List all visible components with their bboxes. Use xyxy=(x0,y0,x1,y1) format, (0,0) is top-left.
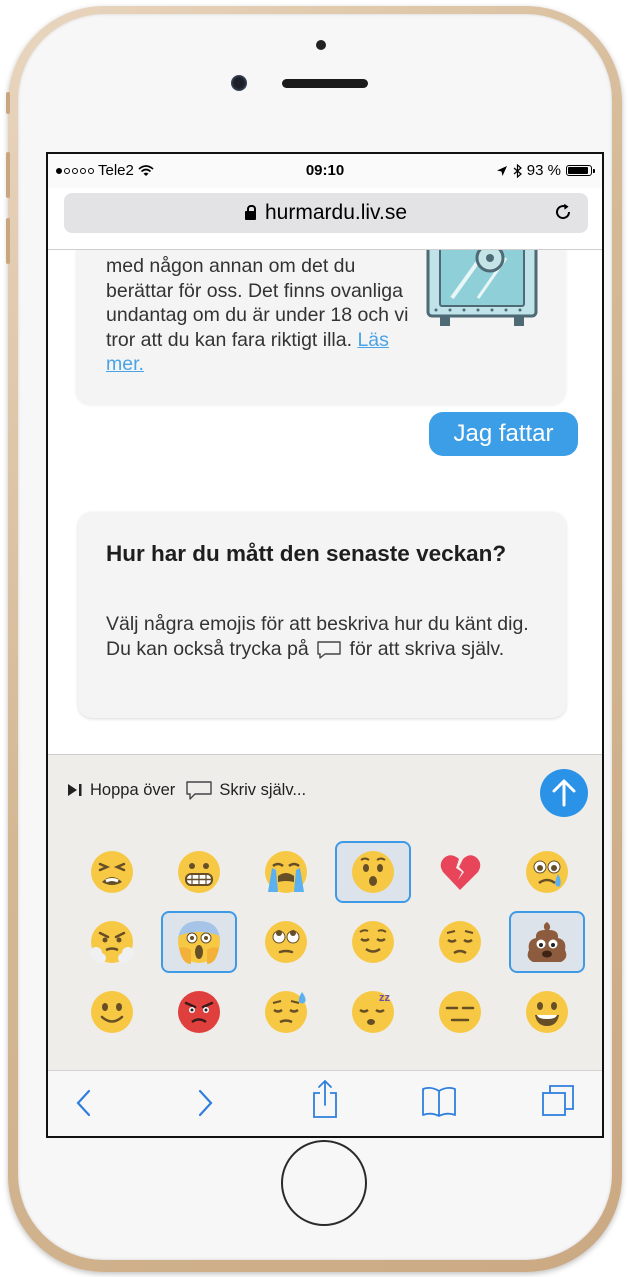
status-right: 93 % xyxy=(496,162,595,179)
question-body: Välj några emojis för att beskriva hur d… xyxy=(106,612,546,662)
hushed-face-icon xyxy=(352,851,394,893)
skip-button[interactable]: Hoppa över xyxy=(66,781,175,800)
emoji-hushed-face[interactable] xyxy=(335,841,411,903)
pensive-face-icon xyxy=(439,921,481,963)
forward-icon[interactable] xyxy=(193,1085,217,1121)
emoji-face-with-steam[interactable] xyxy=(74,911,150,973)
address-bar[interactable]: hurmardu.liv.se xyxy=(64,193,588,233)
chat-content: med någon annan om det du berättar för o… xyxy=(48,250,602,754)
input-toolbar: Hoppa över Skriv själv... xyxy=(66,779,306,801)
battery-icon xyxy=(566,165,595,176)
emoji-crying-face[interactable] xyxy=(509,841,585,903)
earpiece-speaker xyxy=(282,79,368,88)
emoji-relieved-face[interactable] xyxy=(335,911,411,973)
question-body-part2: för att skriva själv. xyxy=(349,638,505,660)
battery-percent: 93 % xyxy=(526,162,561,179)
home-button[interactable] xyxy=(281,1140,367,1226)
face-with-steam-icon xyxy=(90,921,134,963)
reply-bubble-jag-fattar: Jag fattar xyxy=(429,412,578,456)
loudly-crying-face-icon xyxy=(265,851,307,893)
speech-bubble-icon xyxy=(317,641,341,659)
ring-switch xyxy=(6,92,10,114)
emoji-expressionless-face[interactable] xyxy=(422,981,498,1043)
volume-down-button xyxy=(6,218,10,264)
emoji-tired-face[interactable] xyxy=(74,841,150,903)
face-screaming-in-fear-icon xyxy=(178,921,220,964)
slightly-smiling-face-icon xyxy=(91,991,133,1033)
relieved-face-icon xyxy=(352,921,394,963)
bluetooth-icon xyxy=(513,163,522,178)
emoji-face-screaming-in-fear[interactable] xyxy=(161,911,237,973)
emoji-broken-heart[interactable] xyxy=(422,841,498,903)
write-yourself-button[interactable]: Skriv själv... xyxy=(185,779,306,801)
arrow-up-icon xyxy=(552,779,576,807)
front-camera xyxy=(231,75,247,91)
grinning-face-icon xyxy=(526,991,568,1033)
emoji-sleeping-face[interactable]: zz xyxy=(335,981,411,1043)
back-icon[interactable] xyxy=(72,1085,96,1121)
info-text: med någon annan om det du berättar för o… xyxy=(106,254,426,377)
face-with-rolling-eyes-icon xyxy=(265,921,307,963)
volume-up-button xyxy=(6,152,10,198)
expressionless-face-icon xyxy=(439,991,481,1033)
skip-label: Hoppa över xyxy=(90,780,176,799)
crying-face-icon xyxy=(526,851,568,893)
question-title: Hur har du mått den senaste veckan? xyxy=(106,541,507,566)
emoji-input-area: Hoppa över Skriv själv... zz xyxy=(48,754,602,1071)
tired-face-icon xyxy=(91,851,133,893)
location-arrow-icon xyxy=(496,165,507,176)
downcast-face-with-sweat-icon xyxy=(265,991,307,1033)
send-button[interactable] xyxy=(540,769,588,817)
svg-text:zz: zz xyxy=(379,992,391,1004)
angry-face-icon xyxy=(178,991,220,1033)
emoji-angry-face[interactable] xyxy=(161,981,237,1043)
speech-bubble-icon xyxy=(186,781,213,800)
emoji-pensive-face[interactable] xyxy=(422,911,498,973)
browser-toolbar xyxy=(48,1070,602,1136)
url-text: hurmardu.liv.se xyxy=(265,201,407,224)
emoji-face-with-rolling-eyes[interactable] xyxy=(248,911,324,973)
reload-icon[interactable] xyxy=(552,201,574,223)
safe-icon xyxy=(426,250,538,326)
write-label: Skriv själv... xyxy=(219,780,307,799)
emoji-slightly-smiling-face[interactable] xyxy=(74,981,150,1043)
phone-screen: Tele2 09:10 93 % hurmardu.liv.se med någ… xyxy=(46,152,604,1138)
share-icon[interactable] xyxy=(310,1079,340,1119)
emoji-downcast-face-with-sweat[interactable] xyxy=(248,981,324,1043)
question-card: Hur har du mått den senaste veckan? Välj… xyxy=(78,512,566,718)
tabs-icon[interactable] xyxy=(540,1083,578,1119)
broken-heart-icon xyxy=(440,855,481,890)
grimacing-face-icon xyxy=(178,851,220,893)
pile-of-poo-icon xyxy=(527,922,567,962)
status-bar: Tele2 09:10 93 % xyxy=(48,154,602,188)
info-card: med någon annan om det du berättar för o… xyxy=(76,250,566,404)
sleeping-face-icon: zz xyxy=(352,991,394,1033)
skip-forward-icon xyxy=(68,784,82,796)
emoji-grinning-face[interactable] xyxy=(509,981,585,1043)
emoji-loudly-crying-face[interactable] xyxy=(248,841,324,903)
emoji-grimacing-face[interactable] xyxy=(161,841,237,903)
lock-icon xyxy=(245,204,256,220)
bookmarks-icon[interactable] xyxy=(421,1085,457,1119)
emoji-pile-of-poo[interactable] xyxy=(509,911,585,973)
proximity-sensor xyxy=(316,40,326,50)
